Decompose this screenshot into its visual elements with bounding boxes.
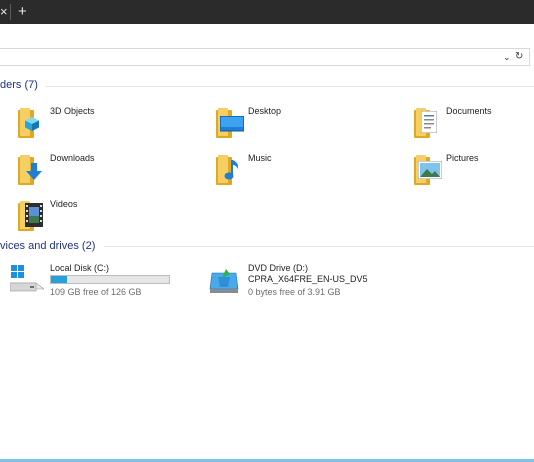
videos-icon [16,197,46,231]
refresh-icon[interactable]: ↻ [515,50,523,64]
folder-label: Music [248,153,272,163]
local-disk-icon [10,263,44,297]
downloads-icon [16,151,46,185]
3d-objects-icon [16,104,46,138]
pictures-icon [412,151,442,185]
folder-label: Downloads [50,153,95,163]
drives-group-header[interactable]: vices and drives (2) [0,240,95,252]
folders-group-divider [46,86,534,87]
folders-group-header[interactable]: ders (7) [0,79,38,91]
tab-separator [10,4,11,20]
drive-name: Local Disk (C:) [50,263,110,273]
documents-icon [412,104,442,138]
folder-label: 3D Objects [50,106,95,116]
title-bar: × + [0,0,534,24]
drive-free-space: 109 GB free of 126 GB [50,287,142,297]
drive-usage-fill [51,276,67,283]
chevron-down-icon[interactable]: ⌄ [503,50,511,64]
dvd-drive-icon [208,263,242,297]
drive-usage-bar [50,275,170,284]
folder-label: Documents [446,106,492,116]
drive-free-space: 0 bytes free of 3.91 GB [248,287,341,297]
folder-label: Pictures [446,153,479,163]
drive-volume-label: CPRA_X64FRE_EN-US_DV5 [248,274,368,284]
music-icon [214,151,244,185]
address-bar[interactable]: ⌄ ↻ [0,48,530,66]
folder-label: Videos [50,199,78,209]
drives-group-divider [104,246,534,247]
folder-label: Desktop [248,106,282,116]
desktop-icon [214,104,244,138]
drive-name: DVD Drive (D:) [248,263,308,273]
new-tab-button[interactable]: + [18,3,34,21]
